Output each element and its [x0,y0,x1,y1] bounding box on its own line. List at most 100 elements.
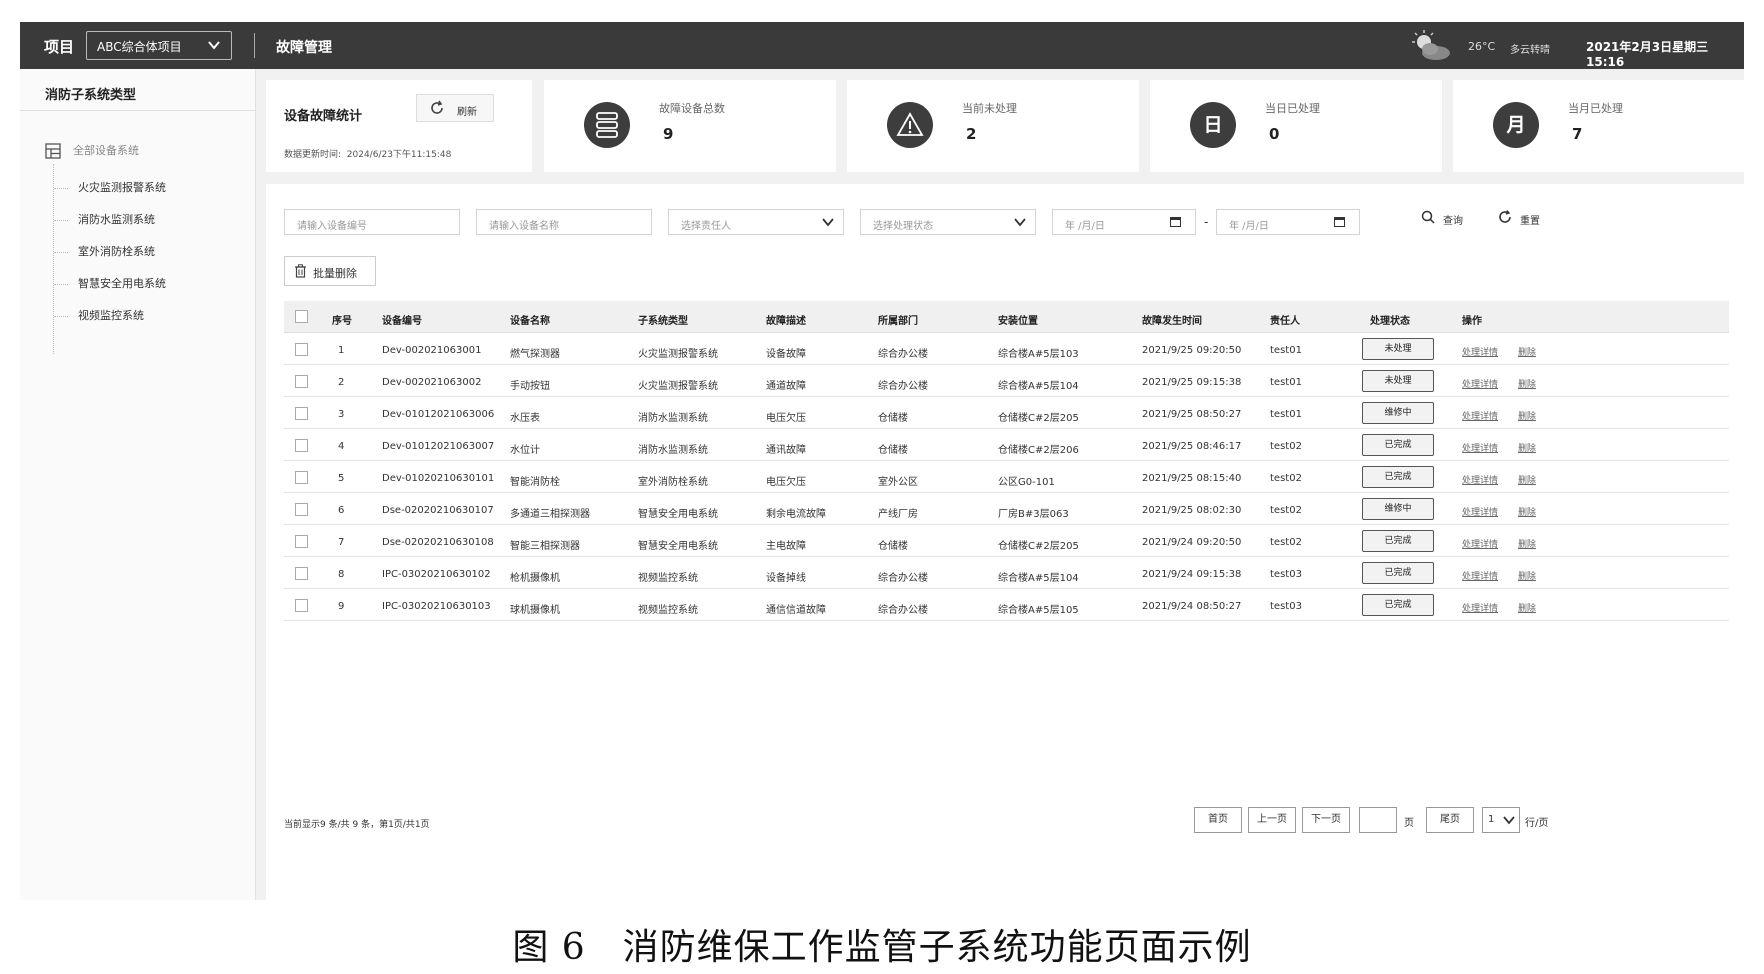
status-select[interactable]: 选择处理状态 [860,209,1036,235]
delete-link[interactable]: 删除 [1518,377,1536,390]
row-checkbox[interactable] [295,407,308,420]
row-checkbox[interactable] [295,567,308,580]
reset-button[interactable]: 重置 [1499,210,1540,227]
detail-link[interactable]: 处理详情 [1462,441,1498,454]
reset-icon [1499,210,1511,223]
row-checkbox[interactable] [295,375,308,388]
chevron-down-icon [208,41,220,50]
batch-delete-button[interactable]: 批量删除 [284,256,376,286]
select-all-checkbox[interactable] [295,310,308,323]
status-button[interactable]: 未处理 [1362,370,1434,392]
date-range-separator: - [1204,215,1209,229]
refresh-label: 刷新 [457,107,477,118]
delete-link[interactable]: 删除 [1518,569,1536,582]
table-row: 4 Dev-01012021063007 水位计 消防水监测系统 通讯故障 仓储… [284,429,1729,461]
device-number-input[interactable]: 请输入设备编号 [284,209,460,235]
row-checkbox[interactable] [295,471,308,484]
delete-link[interactable]: 删除 [1518,505,1536,518]
col-header: 故障描述 [766,316,806,327]
detail-link[interactable]: 处理详情 [1462,505,1498,518]
delete-link[interactable]: 删除 [1518,441,1536,454]
col-header: 所属部门 [878,316,918,327]
stat-label: 当月已处理 [1568,102,1623,115]
project-select[interactable]: ABC综合体项目 [86,31,232,60]
detail-link[interactable]: 处理详情 [1462,345,1498,358]
next-page-button[interactable]: 下一页 [1302,807,1350,833]
status-button[interactable]: 已完成 [1362,466,1434,488]
col-header: 设备编号 [382,316,422,327]
prev-page-button[interactable]: 上一页 [1248,807,1296,833]
status-button[interactable]: 已完成 [1362,434,1434,456]
delete-link[interactable]: 删除 [1518,537,1536,550]
row-checkbox[interactable] [295,343,308,356]
sidebar-item-label: 智慧安全用电系统 [78,277,166,290]
owner-select[interactable]: 选择责任人 [668,209,844,235]
detail-link[interactable]: 处理详情 [1462,473,1498,486]
refresh-button[interactable]: 刷新 [416,94,494,122]
tree-root-label: 全部设备系统 [73,144,139,157]
row-checkbox[interactable] [295,535,308,548]
tree-root-all-systems[interactable]: 全部设备系统 [45,142,139,160]
detail-link[interactable]: 处理详情 [1462,537,1498,550]
sidebar-item-smart-electric[interactable]: 智慧安全用电系统 [54,275,166,293]
detail-link[interactable]: 处理详情 [1462,377,1498,390]
stat-card-today-handled: 日 当日已处理 0 [1150,80,1442,172]
chevron-down-icon [822,218,834,227]
row-checkbox[interactable] [295,599,308,612]
stat-label: 当日已处理 [1265,102,1320,115]
detail-link[interactable]: 处理详情 [1462,569,1498,582]
detail-link[interactable]: 处理详情 [1462,601,1498,614]
page-size-value: 1 [1488,814,1495,825]
search-button[interactable]: 查询 [1421,210,1463,227]
grid-list-icon [45,143,61,159]
delete-link[interactable]: 删除 [1518,345,1536,358]
sidebar-item-fire-alarm[interactable]: 火灾监测报警系统 [54,179,166,197]
header-divider [254,33,255,58]
app-window: 项目 ABC综合体项目 故障管理 26°C 多云转晴 2021年2月3日星期三 … [20,22,1744,900]
stat-card-total-faults: 故障设备总数 9 [544,80,836,172]
sidebar-item-video[interactable]: 视频监控系统 [54,307,144,325]
delete-link[interactable]: 删除 [1518,601,1536,614]
temperature: 26°C [1468,40,1496,53]
col-header: 序号 [332,316,352,327]
page-size-select[interactable]: 1 [1482,807,1520,833]
detail-link[interactable]: 处理详情 [1462,409,1498,422]
project-select-value: ABC综合体项目 [97,40,182,54]
figure-caption: 图 6 消防维保工作监管子系统功能页面示例 [512,927,1252,968]
delete-link[interactable]: 删除 [1518,409,1536,422]
row-checkbox[interactable] [295,503,308,516]
status-button[interactable]: 未处理 [1362,338,1434,360]
calendar-icon [1334,217,1345,227]
module-title: 故障管理 [276,40,332,56]
table-header: 序号 设备编号 设备名称 子系统类型 故障描述 所属部门 安装位置 故障发生时间… [284,301,1729,333]
col-header: 责任人 [1270,316,1300,327]
delete-link[interactable]: 删除 [1518,473,1536,486]
sidebar-item-water-monitor[interactable]: 消防水监测系统 [54,211,155,229]
stat-card-month-handled: 月 当月已处理 7 [1453,80,1744,172]
status-button[interactable]: 已完成 [1362,594,1434,616]
table-row: 2 Dev-002021063002 手动按钮 火灾监测报警系统 通道故障 综合… [284,365,1729,397]
datetime: 2021年2月3日星期三 15:16 [1586,40,1709,69]
status-button[interactable]: 已完成 [1362,530,1434,552]
device-name-input[interactable]: 请输入设备名称 [476,209,652,235]
col-header: 故障发生时间 [1142,316,1202,327]
stat-label: 故障设备总数 [659,102,725,115]
sidebar-title: 消防子系统类型 [20,69,256,111]
status-button[interactable]: 已完成 [1362,562,1434,584]
stats-summary-card: 设备故障统计 刷新 数据更新时间: 2024/6/23下午11:15:48 [266,80,532,172]
first-page-button[interactable]: 首页 [1194,807,1242,833]
date-end-input[interactable]: 年 /月/日 [1216,209,1360,235]
page-number-input[interactable] [1359,807,1397,833]
stat-value: 9 [663,125,674,143]
warning-icon [887,102,933,148]
row-checkbox[interactable] [295,439,308,452]
stat-value: 2 [966,125,977,143]
sidebar-item-outdoor-hydrant[interactable]: 室外消防栓系统 [54,243,155,261]
table-row: 6 Dse-02020210630107 多通道三相探测器 智慧安全用电系统 剩… [284,493,1729,525]
status-button[interactable]: 维修中 [1362,498,1434,520]
date-start-input[interactable]: 年 /月/日 [1052,209,1196,235]
col-header: 设备名称 [510,316,550,327]
status-button[interactable]: 维修中 [1362,402,1434,424]
stats-title: 设备故障统计 [284,109,363,124]
last-page-button[interactable]: 尾页 [1426,807,1474,833]
